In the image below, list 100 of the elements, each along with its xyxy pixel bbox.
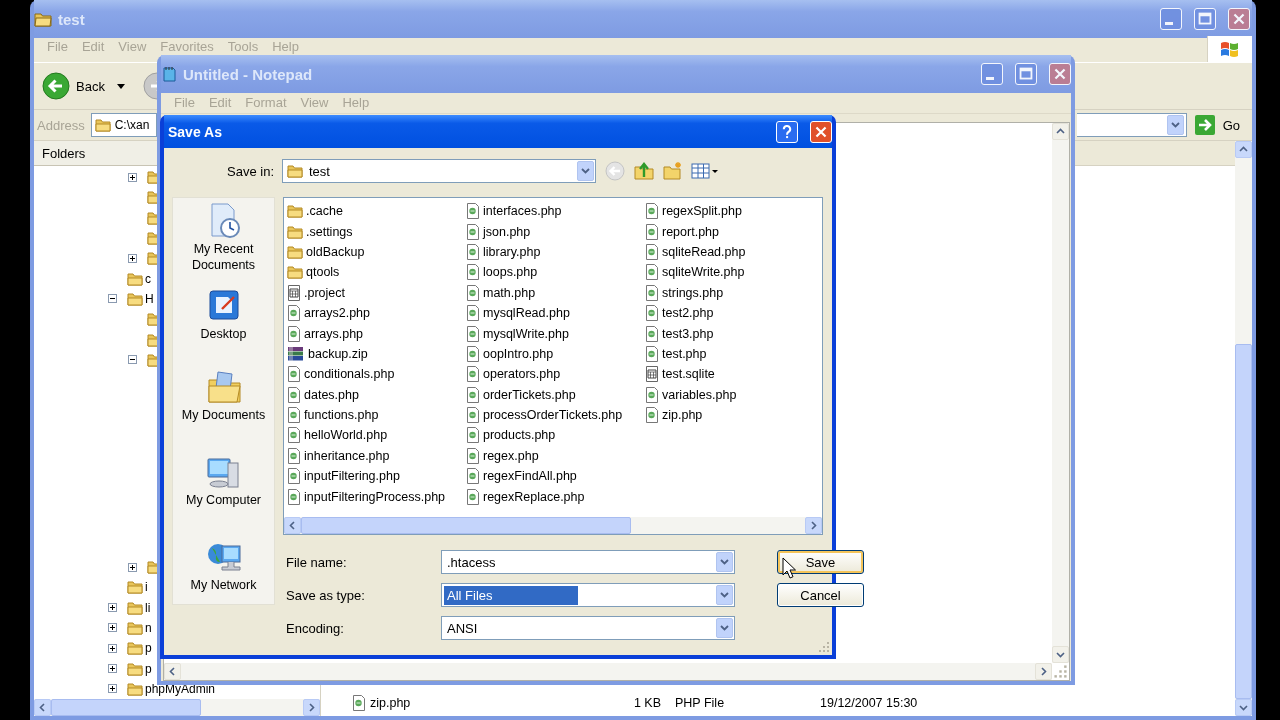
- file-name[interactable]: variables.php: [662, 387, 737, 402]
- file-name[interactable]: loops.php: [483, 265, 538, 280]
- scroll-down-button[interactable]: [1235, 699, 1252, 716]
- tree-item[interactable]: c: [145, 271, 151, 286]
- file-name[interactable]: math.php: [483, 285, 536, 300]
- tree-item[interactable]: H: [145, 291, 154, 306]
- expand-icon[interactable]: [108, 664, 117, 674]
- places-item[interactable]: My Network: [175, 577, 272, 593]
- scroll-up-button[interactable]: [1052, 123, 1069, 140]
- collapse-icon[interactable]: [108, 294, 117, 304]
- scroll-right-button[interactable]: [805, 517, 822, 534]
- file-name[interactable]: .project: [304, 285, 345, 300]
- documents-folder-icon[interactable]: [205, 368, 242, 404]
- expand-icon[interactable]: [128, 172, 137, 182]
- file-name[interactable]: inputFiltering.php: [304, 469, 400, 484]
- scroll-left-button[interactable]: [284, 517, 301, 534]
- file-name[interactable]: arrays.php: [304, 326, 364, 341]
- places-item[interactable]: My Recent Documents: [175, 241, 272, 273]
- expand-icon[interactable]: [108, 643, 117, 653]
- tree-item[interactable]: p: [145, 661, 152, 676]
- scroll-right-button[interactable]: [303, 699, 320, 716]
- scroll-thumb[interactable]: [51, 699, 201, 716]
- file-name[interactable]: orderTickets.php: [483, 387, 576, 402]
- file-name[interactable]: oopIntro.php: [483, 346, 554, 361]
- scroll-thumb[interactable]: [301, 517, 631, 534]
- file-name[interactable]: regexSplit.php: [662, 204, 742, 219]
- tree-item[interactable]: phpMyAdmin: [145, 681, 216, 696]
- file-name[interactable]: strings.php: [662, 285, 724, 300]
- file-name[interactable]: operators.php: [483, 367, 561, 382]
- file-name[interactable]: helloWorld.php: [304, 428, 388, 443]
- tree-item[interactable]: i: [145, 580, 148, 595]
- expand-icon[interactable]: [128, 562, 137, 572]
- file-name[interactable]: inputFilteringProcess.php: [304, 489, 446, 504]
- places-item[interactable]: Desktop: [175, 326, 272, 342]
- address-field[interactable]: C:\xan: [90, 113, 157, 137]
- tree-item[interactable]: n: [145, 620, 152, 635]
- dropdown-field[interactable]: .htacess: [441, 550, 735, 574]
- file-name[interactable]: regex.php: [483, 448, 539, 463]
- save-in-dropdown[interactable]: test: [282, 159, 596, 183]
- file-name[interactable]: backup.zip: [308, 346, 368, 361]
- view-menu-button[interactable]: [691, 162, 719, 180]
- horizontal-scrollbar[interactable]: [284, 517, 822, 534]
- file-name[interactable]: dates.php: [304, 387, 359, 402]
- expand-icon[interactable]: [128, 253, 137, 263]
- expand-icon[interactable]: [108, 603, 117, 613]
- file-name[interactable]: .settings: [306, 224, 353, 239]
- file-name[interactable]: functions.php: [304, 408, 379, 423]
- resize-grip[interactable]: [818, 641, 830, 653]
- address-dropdown[interactable]: [1076, 113, 1187, 137]
- file-name[interactable]: sqliteRead.php: [662, 244, 746, 259]
- file-name[interactable]: qtools: [306, 265, 340, 280]
- file-name[interactable]: test.sqlite: [662, 367, 715, 382]
- file-name[interactable]: library.php: [483, 244, 541, 259]
- file-name[interactable]: interfaces.php: [483, 204, 562, 219]
- file-name[interactable]: .cache: [306, 204, 343, 219]
- close-button[interactable]: [810, 120, 832, 143]
- back-button[interactable]: Back: [40, 72, 107, 100]
- file-name[interactable]: conditionals.php: [304, 367, 395, 382]
- scroll-left-button[interactable]: [164, 663, 181, 680]
- scroll-thumb[interactable]: [1235, 344, 1252, 699]
- horizontal-scrollbar[interactable]: [34, 699, 320, 716]
- cancel-button[interactable]: Cancel: [777, 583, 864, 607]
- file-name[interactable]: sqliteWrite.php: [662, 265, 745, 280]
- expand-icon[interactable]: [108, 684, 117, 694]
- file-name[interactable]: oldBackup: [306, 244, 365, 259]
- file-name[interactable]: regexReplace.php: [483, 489, 585, 504]
- dropdown-field[interactable]: All Files: [441, 583, 735, 607]
- file-name[interactable]: inheritance.php: [304, 448, 390, 463]
- scroll-right-button[interactable]: [1035, 663, 1052, 680]
- tree-item[interactable]: p: [145, 641, 152, 656]
- scroll-left-button[interactable]: [34, 699, 51, 716]
- expand-icon[interactable]: [108, 623, 117, 633]
- file-name[interactable]: products.php: [483, 428, 556, 443]
- collapse-icon[interactable]: [128, 355, 137, 365]
- scroll-down-button[interactable]: [1052, 646, 1069, 663]
- file-name[interactable]: test2.php: [662, 306, 714, 321]
- file-name[interactable]: zip.php: [662, 408, 703, 423]
- resize-grip[interactable]: [1052, 663, 1069, 680]
- dropdown-arrow-icon[interactable]: [116, 83, 125, 89]
- file-name[interactable]: processOrderTickets.php: [483, 408, 623, 423]
- file-name[interactable]: test.php: [662, 346, 707, 361]
- go-button[interactable]: Go: [1190, 115, 1252, 135]
- vertical-scrollbar[interactable]: [1052, 123, 1069, 663]
- save-button[interactable]: Save: [777, 550, 864, 574]
- file-name[interactable]: test3.php: [662, 326, 714, 341]
- places-item[interactable]: My Documents: [175, 407, 272, 423]
- scroll-up-button[interactable]: [1235, 141, 1252, 158]
- horizontal-scrollbar[interactable]: [164, 663, 1052, 680]
- dropdown-field[interactable]: ANSI: [441, 616, 735, 640]
- vertical-scrollbar[interactable]: [1235, 141, 1252, 716]
- file-name[interactable]: mysqlRead.php: [483, 306, 570, 321]
- file-name[interactable]: report.php: [662, 224, 719, 239]
- up-folder-icon[interactable]: [634, 161, 654, 181]
- tree-item[interactable]: li: [145, 600, 151, 615]
- file-name[interactable]: regexFindAll.php: [483, 469, 577, 484]
- file-name[interactable]: json.php: [483, 224, 531, 239]
- places-item[interactable]: My Computer: [175, 492, 272, 508]
- file-name[interactable]: arrays2.php: [304, 306, 370, 321]
- help-button[interactable]: [776, 120, 798, 143]
- file-name[interactable]: mysqlWrite.php: [483, 326, 569, 341]
